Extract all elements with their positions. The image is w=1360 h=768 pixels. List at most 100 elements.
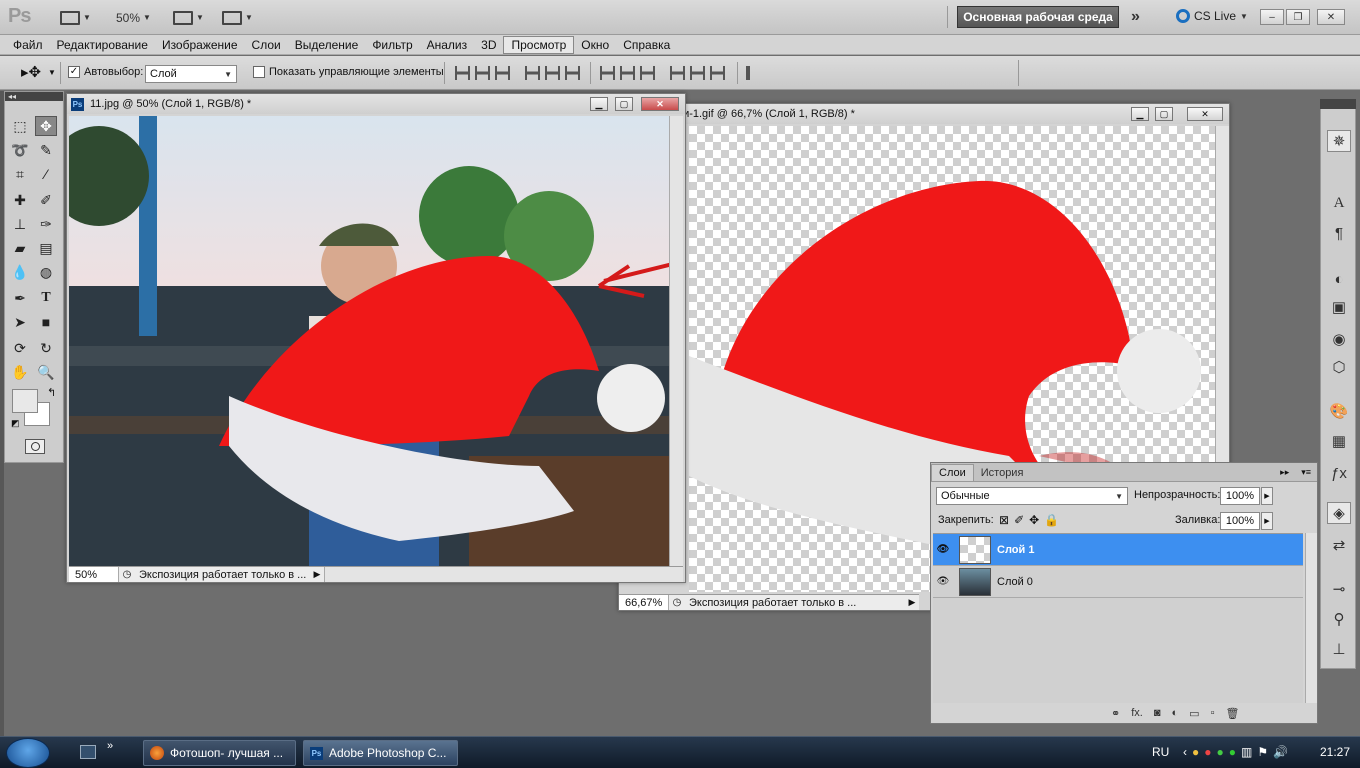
color-panel-icon[interactable]: 🎨 bbox=[1327, 400, 1351, 422]
tray-app-icon[interactable]: ● bbox=[1204, 745, 1211, 759]
rectangular-marquee-tool-icon[interactable]: ⬚ bbox=[9, 116, 31, 136]
channels-panel-icon[interactable]: ⇄ bbox=[1327, 534, 1351, 556]
align-bottom-icon[interactable] bbox=[495, 66, 510, 80]
horizontal-scrollbar[interactable] bbox=[324, 567, 683, 582]
layer-row[interactable]: 👁 Слой 0 bbox=[933, 566, 1303, 598]
document-zoom-field[interactable]: 66,67% bbox=[619, 595, 669, 610]
minimize-window-button[interactable]: – bbox=[1260, 9, 1284, 25]
adjustments-panel-icon[interactable]: ⊸ bbox=[1327, 578, 1351, 600]
status-menu-arrow-icon[interactable]: ▶ bbox=[310, 569, 324, 580]
chevron-down-icon[interactable]: ▼ bbox=[48, 68, 56, 77]
distribute-vertical-center-icon[interactable] bbox=[620, 66, 635, 80]
clone-stamp-tool-icon[interactable]: ⊥ bbox=[9, 214, 31, 234]
doc-close-button[interactable]: ✕ bbox=[1187, 107, 1223, 121]
mask-icon[interactable]: ◙ bbox=[1154, 707, 1161, 720]
swap-colors-icon[interactable]: ↰ bbox=[47, 386, 56, 399]
clock[interactable]: 21:27 bbox=[1320, 745, 1350, 759]
align-right-icon[interactable] bbox=[565, 66, 580, 80]
doc-minimize-button[interactable]: ▁ bbox=[1131, 107, 1149, 121]
link-icon[interactable]: ⚭ bbox=[1111, 707, 1120, 720]
menu-item-6[interactable]: Анализ bbox=[420, 37, 475, 53]
navigator-panel-icon[interactable]: ✵ bbox=[1327, 130, 1351, 152]
distribute-top-icon[interactable] bbox=[600, 66, 615, 80]
masks-panel-icon[interactable]: ⚲ bbox=[1327, 608, 1351, 630]
doc-close-button[interactable]: ✕ bbox=[641, 97, 679, 111]
language-indicator[interactable]: RU bbox=[1152, 745, 1169, 759]
workspace-switcher-button[interactable]: Основная рабочая среда bbox=[957, 6, 1119, 28]
chevron-left-icon[interactable]: ‹ bbox=[1183, 745, 1187, 759]
zoom-tool-icon[interactable]: 🔍 bbox=[35, 362, 57, 382]
fx-icon[interactable]: fx. bbox=[1131, 707, 1143, 720]
type-tool-icon[interactable]: T bbox=[35, 288, 57, 308]
align-top-icon[interactable] bbox=[455, 66, 470, 80]
lock-pixels-icon[interactable]: ✐ bbox=[1014, 513, 1024, 527]
rectangle-tool-icon[interactable]: ■ bbox=[35, 312, 57, 332]
align-horizontal-center-icon[interactable] bbox=[545, 66, 560, 80]
distribute-horizontal-center-icon[interactable] bbox=[690, 66, 705, 80]
document-zoom-field[interactable]: 50% bbox=[69, 567, 119, 582]
group-icon[interactable]: ▭ bbox=[1189, 707, 1199, 720]
3d-panel-icon[interactable]: ◉ bbox=[1327, 328, 1351, 350]
cs-live-button[interactable]: CS Live ▼ bbox=[1176, 9, 1248, 23]
menu-item-5[interactable]: Фильтр bbox=[365, 37, 419, 53]
3d-rotate-tool-icon[interactable]: ⟳ bbox=[9, 338, 31, 358]
eraser-tool-icon[interactable]: ▰ bbox=[9, 238, 31, 258]
adjustment-icon[interactable]: ◐ bbox=[1172, 707, 1179, 720]
character-panel-icon[interactable]: A bbox=[1327, 192, 1351, 214]
layer-name[interactable]: Слой 1 bbox=[997, 544, 1034, 556]
align-vertical-center-icon[interactable] bbox=[475, 66, 490, 80]
lock-transparency-icon[interactable]: ⊠ bbox=[999, 513, 1009, 527]
autoselect-checkbox[interactable]: ✓ bbox=[68, 66, 80, 78]
tab-layers[interactable]: Слои bbox=[931, 464, 974, 481]
autoselect-target-select[interactable]: Слой ▼ bbox=[145, 65, 237, 83]
paths-panel-icon[interactable]: ⊥ bbox=[1327, 638, 1351, 660]
crop-tool-icon[interactable]: ⌗ bbox=[9, 164, 31, 184]
show-desktop-icon[interactable] bbox=[80, 745, 96, 759]
taskbar-item-photoshop[interactable]: Ps Adobe Photoshop C... bbox=[303, 740, 458, 766]
close-window-button[interactable]: ✕ bbox=[1317, 9, 1345, 25]
opacity-field[interactable]: 100% bbox=[1220, 487, 1260, 505]
lock-all-icon[interactable]: 🔒 bbox=[1044, 513, 1059, 527]
doc-maximize-button[interactable]: ▢ bbox=[1155, 107, 1173, 121]
3d-orbit-tool-icon[interactable]: ↻ bbox=[35, 338, 57, 358]
menu-item-0[interactable]: Файл bbox=[6, 37, 50, 53]
blend-mode-select[interactable]: Обычные ▼ bbox=[936, 487, 1128, 505]
foreground-color-swatch[interactable] bbox=[12, 389, 38, 413]
screen-mode-button[interactable]: ▼ bbox=[222, 8, 253, 27]
move-tool-icon[interactable]: ✥ bbox=[35, 116, 57, 136]
panel-menu-icon[interactable]: ▾≡ bbox=[1295, 464, 1317, 481]
tray-app-icon[interactable]: ● bbox=[1229, 745, 1236, 759]
photo-canvas[interactable] bbox=[69, 116, 669, 566]
pen-tool-icon[interactable]: ✒ bbox=[9, 288, 31, 308]
document-title-bar[interactable]: Ps 11.jpg @ 50% (Слой 1, RGB/8) * ▁ ▢ ✕ bbox=[67, 94, 685, 114]
restore-window-button[interactable]: ❐ bbox=[1286, 9, 1310, 25]
menu-item-4[interactable]: Выделение bbox=[288, 37, 366, 53]
blur-tool-icon[interactable]: 💧 bbox=[9, 262, 31, 282]
double-chevron-right-icon[interactable]: » bbox=[1131, 8, 1140, 26]
status-info-icon[interactable]: ◷ bbox=[119, 569, 135, 580]
taskbar-item-firefox[interactable]: Фотошоп- лучшая ... bbox=[143, 740, 296, 766]
lock-position-icon[interactable]: ✥ bbox=[1029, 513, 1039, 527]
move-tool-preset-icon[interactable]: ▸✥ bbox=[21, 63, 41, 81]
menu-item-10[interactable]: Справка bbox=[616, 37, 677, 53]
quick-mask-button[interactable] bbox=[25, 439, 45, 454]
launch-bridge-button[interactable]: ▼ bbox=[60, 8, 91, 27]
path-selection-tool-icon[interactable]: ➤ bbox=[9, 312, 31, 332]
history-brush-tool-icon[interactable]: ✑ bbox=[35, 214, 57, 234]
brush-tool-icon[interactable]: ✐ bbox=[35, 190, 57, 210]
menu-item-9[interactable]: Окно bbox=[574, 37, 616, 53]
fill-field[interactable]: 100% bbox=[1220, 512, 1260, 530]
network-icon[interactable]: ▥ bbox=[1241, 745, 1252, 759]
fill-slider-button[interactable]: ▶ bbox=[1261, 512, 1273, 530]
distribute-bottom-icon[interactable] bbox=[640, 66, 655, 80]
transform-panel-icon[interactable]: ⬡ bbox=[1327, 356, 1351, 378]
styles-panel-icon[interactable]: ƒx bbox=[1327, 462, 1351, 484]
tray-app-icon[interactable]: ● bbox=[1192, 745, 1199, 759]
action-center-icon[interactable]: ⚑ bbox=[1257, 745, 1268, 759]
tools-panel-header[interactable]: ◂◂ bbox=[5, 92, 63, 101]
start-button[interactable] bbox=[6, 738, 50, 768]
menu-item-3[interactable]: Слои bbox=[245, 37, 288, 53]
zoom-level-dropdown[interactable]: 50% ▼ bbox=[116, 8, 151, 27]
doc-minimize-button[interactable]: ▁ bbox=[590, 97, 608, 111]
doc-maximize-button[interactable]: ▢ bbox=[615, 97, 633, 111]
